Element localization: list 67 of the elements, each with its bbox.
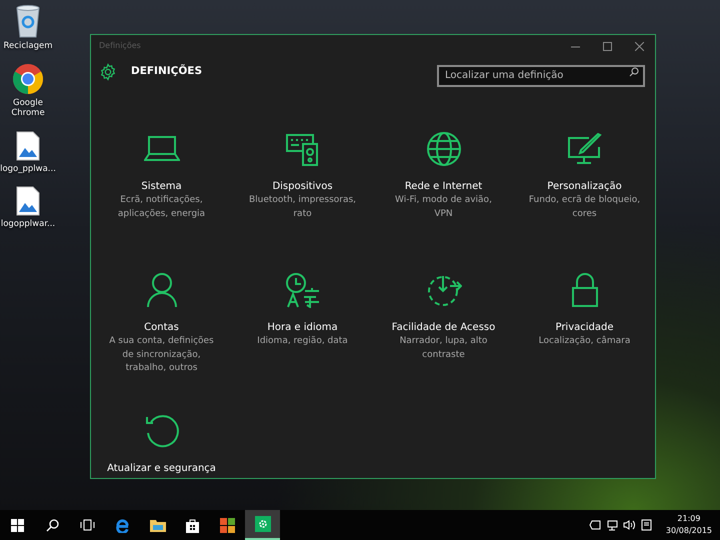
circular-arrow-icon [144,413,180,449]
settings-category[interactable]: Rede e Internet Wi-Fi, modo de avião, VPN [373,129,514,250]
settings-category[interactable]: Facilidade de Acesso Narrador, lupa, alto contraste [373,270,514,391]
desktop-shortcut[interactable]: logopplwar... [0,186,56,229]
shortcut-label: logo_pplwa... [0,164,56,174]
browser-icon [12,63,44,96]
category-description: Fundo, ecrã de bloqueio, cores [528,194,640,220]
category-title: Atualizar e segurança [107,462,216,476]
category-description: Localização, câmara [538,335,630,348]
shortcut-label: Reciclagem [4,41,52,52]
category-title: Hora e idioma [267,321,338,335]
settings-category[interactable]: Contas A sua conta, definições de sincronização, trabalho, outros [91,270,232,391]
monitor-brush-icon [566,133,602,165]
clock-letters-icon [284,272,320,308]
category-title: Facilidade de Acesso [392,321,496,335]
search-field[interactable]: Localizar uma definição [437,64,645,86]
category-description: Bluetooth, impressoras, rato [248,194,358,220]
window-title: Definições [98,40,142,52]
taskbar-button[interactable] [245,510,280,540]
desktop-shortcut[interactable]: logo_pplwa... [0,130,56,174]
category-title: Personalização [547,180,622,194]
search-icon [629,67,639,77]
clock-date: 30/08/2015 [666,525,712,537]
category-description: Ecrã, notificações, aplicações, energia [116,194,206,220]
maximize-icon [602,42,612,50]
settings-category[interactable]: Atualizar e segurança [91,411,232,478]
laptop-icon [144,135,180,163]
image-file-icon [16,130,40,161]
network-monitor-icon[interactable] [606,520,618,530]
letter-e-icon [115,518,130,532]
settings-category[interactable]: Personalização Fundo, ecrã de bloqueio, cores [514,129,655,250]
desktop-shortcut[interactable]: Reciclagem [4,4,52,52]
close-icon [634,42,644,50]
notification-tag-icon[interactable] [588,520,601,530]
category-description: Wi-Fi, modo de avião, VPN [394,194,493,220]
globe-icon [426,131,462,167]
category-title: Rede e Internet [404,180,482,194]
colored-squares-icon [220,518,235,532]
category-title: Privacidade [555,321,614,335]
clock-time: 21:09 [676,513,702,525]
category-title: Sistema [141,180,182,194]
shopping-bag-icon [186,518,199,532]
settings-category[interactable]: Privacidade Localização, câmara [514,270,655,391]
category-title: Contas [144,321,179,335]
search-icon [46,518,59,532]
image-file-icon [16,186,40,216]
keyboard-speaker-icon [284,131,320,167]
settings-icon [99,63,117,81]
settings-category[interactable]: Dispositivos Bluetooth, impressoras, rato [232,129,373,250]
category-description: A sua conta, definições de sincronização, trabalho, outros [108,335,215,375]
settings-category[interactable]: Hora e idioma Idioma, região, data [232,270,373,391]
category-title: Dispositivos [272,180,333,194]
person-icon [146,272,178,308]
shortcut-label: Google Chrome [10,98,46,119]
gear-tile-icon [254,516,270,532]
action-center-icon[interactable] [640,519,653,531]
shortcut-label: logopplwar... [0,218,56,229]
page-heading: DEFINIÇÕES [131,64,204,80]
category-description: Narrador, lupa, alto contraste [398,335,488,362]
task-view-icon [80,519,95,531]
padlock-icon [570,272,598,308]
desktop-shortcut[interactable]: Google Chrome [0,63,56,119]
speaker-icon[interactable] [622,520,636,530]
category-description: Idioma, região, data [257,335,348,348]
settings-category[interactable]: Sistema Ecrã, notificações, aplicações, energia [91,129,232,250]
folder-icon [150,518,166,532]
windows-logo-icon [11,518,24,532]
